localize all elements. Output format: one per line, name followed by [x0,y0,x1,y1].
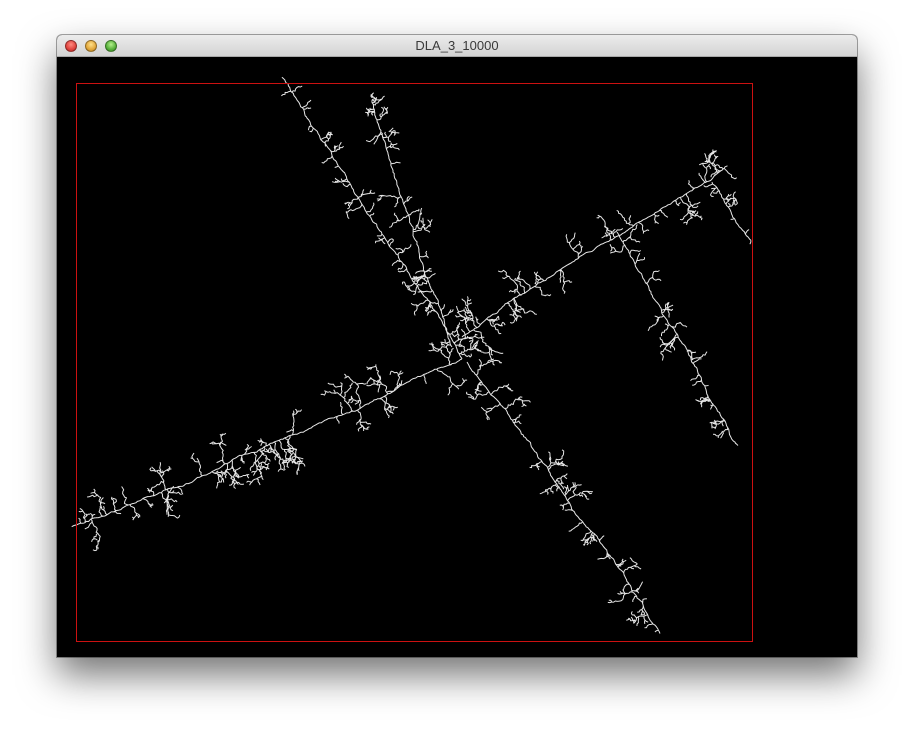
simulation-canvas[interactable] [57,57,857,657]
title-bar[interactable]: DLA_3_10000 [57,35,857,57]
window-title: DLA_3_10000 [415,38,499,53]
app-window: DLA_3_10000 [57,35,857,657]
dla-canvas-svg [57,57,857,657]
canvas-background [57,57,857,657]
